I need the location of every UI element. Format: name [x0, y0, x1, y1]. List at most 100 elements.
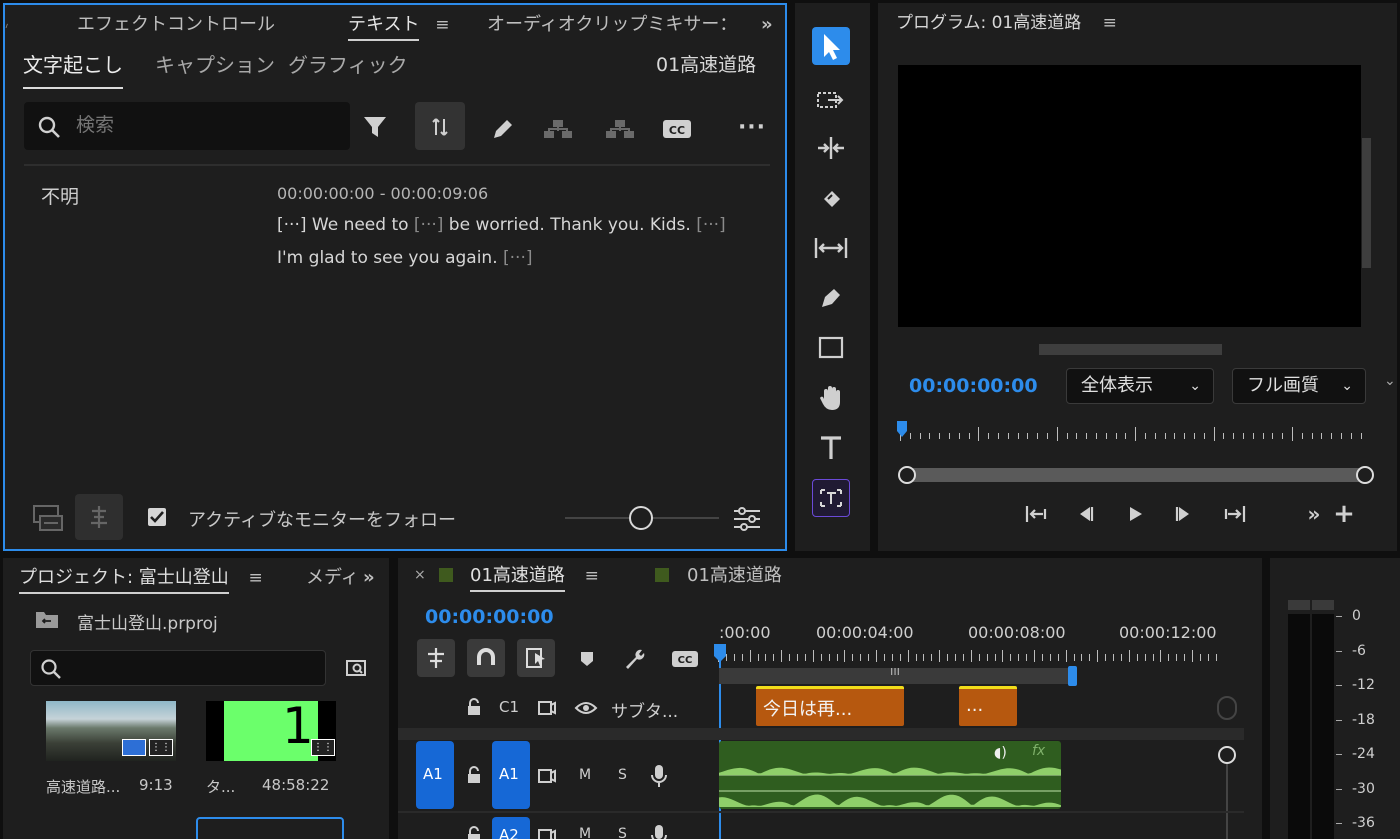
pencil-icon[interactable] — [489, 115, 517, 143]
zoom-range-end-handle[interactable] — [1356, 466, 1374, 484]
project-item-video[interactable]: ⋮⋮ — [46, 701, 176, 761]
wrench-icon[interactable] — [622, 646, 648, 672]
work-area-end-handle[interactable] — [1068, 666, 1077, 686]
go-to-in-icon[interactable] — [1021, 501, 1051, 527]
ripple-edit-icon[interactable] — [813, 131, 849, 165]
more-buttons-icon[interactable]: » — [1302, 501, 1326, 527]
split-segment-icon[interactable] — [540, 115, 576, 143]
add-button-icon[interactable]: + — [1330, 499, 1358, 529]
monitor-scrollbar-vertical[interactable] — [1362, 138, 1371, 268]
selection-tool-button[interactable] — [812, 27, 850, 65]
subtab-transcript[interactable]: 文字起こし — [23, 49, 123, 89]
track-select-forward-icon[interactable] — [813, 83, 849, 117]
new-item-slot[interactable] — [196, 817, 344, 839]
tab-sequence-inactive[interactable]: 01高速道路 — [687, 558, 782, 594]
microphone-icon[interactable] — [649, 823, 669, 839]
sync-lock-icon[interactable] — [536, 697, 558, 719]
track-scroll-handle[interactable] — [1218, 746, 1236, 764]
step-back-icon[interactable] — [1070, 501, 1100, 527]
monitor-playhead[interactable] — [897, 421, 907, 437]
caption-tool-button[interactable] — [812, 479, 850, 517]
transcript-line[interactable]: I'm glad to see you again. [···] — [277, 248, 532, 268]
find-in-bin-icon[interactable] — [343, 656, 371, 680]
lock-track-icon[interactable] — [464, 696, 484, 718]
transcript-word-run[interactable]: [···] — [277, 215, 306, 235]
overflow-tabs-icon[interactable]: » — [761, 5, 773, 45]
overflow-tabs-icon[interactable]: » — [363, 558, 375, 598]
search-input[interactable] — [76, 110, 336, 140]
closed-caption-icon[interactable]: CC — [661, 117, 693, 141]
speaker-label[interactable]: 不明 — [41, 182, 79, 209]
program-monitor-title[interactable]: プログラム: 01高速道路 ≡ — [896, 3, 1117, 43]
source-patch-a1[interactable]: A1 — [416, 741, 454, 809]
tab-audio-clip-mixer[interactable]: オーディオクリップミキサー： — [487, 5, 737, 45]
solo-toggle[interactable]: S — [618, 767, 627, 783]
timeline-timecode[interactable]: 00:00:00:00 — [425, 606, 554, 628]
subtab-graphics[interactable]: グラフィック — [288, 49, 408, 78]
settings-chevron-icon[interactable]: ⌄ — [1384, 373, 1396, 389]
scroll-cap-icon[interactable] — [1217, 696, 1237, 720]
transcript-word-run[interactable]: be worried. Thank you. Kids. — [443, 215, 696, 235]
track-name-c1[interactable]: サブタ... — [611, 697, 678, 722]
caption-clip[interactable]: 今日は再... — [756, 686, 904, 726]
rectangle-tool-icon[interactable] — [813, 331, 849, 365]
panel-menu-icon[interactable]: ≡ — [585, 566, 599, 586]
filter-icon[interactable] — [360, 113, 390, 141]
panel-menu-icon[interactable]: ≡ — [1103, 13, 1117, 33]
tab-sequence-active[interactable]: 01高速道路 ≡ — [470, 558, 599, 594]
tab-effect-controls[interactable]: エフェクトコントロール — [77, 5, 275, 45]
project-item-leader[interactable]: 1 ⋮⋮ — [206, 697, 336, 761]
snap-button[interactable] — [467, 639, 505, 677]
eye-icon[interactable] — [573, 698, 599, 718]
sync-lock-icon[interactable] — [536, 825, 558, 839]
tab-media-browser[interactable]: メディ — [306, 558, 359, 598]
mute-toggle[interactable]: M — [579, 767, 591, 783]
lock-track-icon[interactable] — [464, 764, 484, 786]
panel-menu-icon[interactable]: ≡ — [435, 15, 449, 35]
panel-menu-icon[interactable]: ≡ — [249, 568, 263, 588]
add-marker-icon[interactable] — [576, 648, 598, 670]
play-icon[interactable] — [1120, 501, 1150, 527]
folder-up-icon[interactable] — [33, 607, 61, 631]
linked-selection-button[interactable] — [517, 639, 555, 677]
merge-segment-icon[interactable] — [602, 115, 638, 143]
transcript-word-run[interactable]: We need to — [306, 215, 413, 235]
timeline-ruler[interactable] — [718, 646, 1228, 664]
tab-project[interactable]: プロジェクト: 富士山登山 ≡ — [19, 558, 263, 598]
audio-clip[interactable]: ◖) fx — [719, 741, 1061, 809]
zoom-level-select[interactable]: 全体表示 ⌄ — [1066, 368, 1214, 404]
program-timecode[interactable]: 00:00:00:00 — [909, 375, 1038, 397]
settings-sliders-icon[interactable] — [731, 505, 763, 533]
transcript-word-run[interactable]: I'm glad to see you again. — [277, 248, 503, 268]
omitted-segment[interactable]: [···] — [503, 248, 532, 268]
track-target-a2[interactable]: A2 — [492, 817, 530, 839]
omitted-segment[interactable]: [···] — [414, 215, 443, 235]
playback-quality-select[interactable]: フル画質 ⌄ — [1232, 368, 1366, 404]
solo-toggle[interactable]: S — [618, 826, 627, 839]
microphone-icon[interactable] — [649, 763, 669, 789]
caption-clip[interactable]: ... — [959, 686, 1017, 726]
omitted-segment[interactable]: [···] — [696, 215, 725, 235]
zoom-slider-handle[interactable] — [629, 506, 653, 530]
zoom-range-start-handle[interactable] — [898, 466, 916, 484]
project-search-box[interactable] — [30, 650, 326, 686]
monitor-time-ruler[interactable] — [900, 423, 1374, 445]
tab-text[interactable]: テキスト ≡ — [348, 5, 449, 45]
go-to-out-icon[interactable] — [1220, 501, 1250, 527]
slip-tool-icon[interactable] — [811, 231, 851, 265]
video-viewport[interactable] — [898, 65, 1361, 327]
nest-sequences-button[interactable] — [417, 639, 455, 677]
hand-tool-icon[interactable] — [813, 381, 849, 415]
lock-track-icon[interactable] — [464, 824, 484, 839]
zoom-range-bar[interactable] — [900, 468, 1366, 482]
pen-tool-icon[interactable] — [813, 281, 849, 315]
captions-display-icon[interactable]: CC — [670, 647, 700, 671]
align-button[interactable] — [75, 494, 123, 540]
follow-monitor-checkbox[interactable] — [148, 508, 166, 526]
subtab-captions[interactable]: キャプション — [155, 49, 275, 78]
caption-track-icon[interactable] — [31, 501, 65, 533]
search-box[interactable] — [24, 102, 350, 150]
monitor-scrollbar-horizontal[interactable] — [1039, 344, 1222, 355]
mute-toggle[interactable]: M — [579, 826, 591, 839]
more-options-icon[interactable]: ··· — [735, 115, 769, 140]
